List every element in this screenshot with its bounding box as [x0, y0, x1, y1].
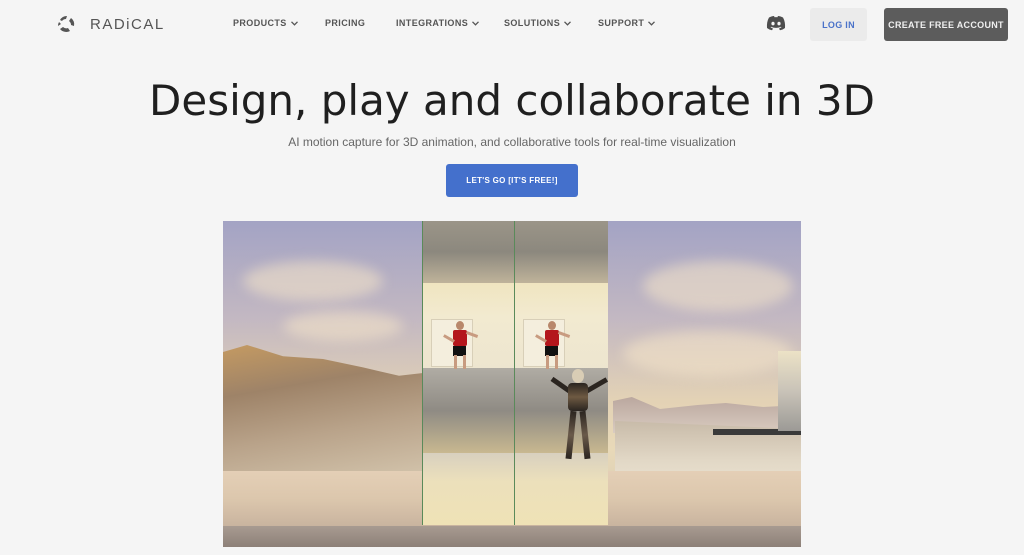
- floor-base: [223, 526, 801, 547]
- cloud: [283, 311, 403, 341]
- chevron-down-icon: [290, 20, 298, 26]
- site-header: RADiCAL PRODUCTS PRICING INTEGRATIONS SO…: [0, 0, 1024, 48]
- mirror-panel-right: [778, 351, 801, 431]
- cloud: [643, 261, 793, 311]
- login-button[interactable]: LOG IN: [810, 8, 867, 41]
- nav-item-integrations[interactable]: INTEGRATIONS: [396, 18, 480, 28]
- nav-item-support[interactable]: SUPPORT: [598, 18, 656, 28]
- video-panel-left: [422, 221, 516, 525]
- discord-icon: [766, 16, 786, 31]
- nav-item-label: PRODUCTS: [233, 18, 287, 28]
- nav-item-label: SOLUTIONS: [504, 18, 561, 28]
- chevron-down-icon: [648, 20, 656, 26]
- nav-item-label: PRICING: [325, 18, 366, 28]
- nav-item-label: INTEGRATIONS: [396, 18, 469, 28]
- panel-reflection-bottom: [423, 453, 516, 525]
- panel-floor: [423, 368, 516, 453]
- cta-button[interactable]: LET'S GO [IT'S FREE!]: [446, 164, 578, 197]
- cloud: [623, 331, 793, 376]
- discord-link[interactable]: [766, 15, 786, 31]
- create-account-button[interactable]: CREATE FREE ACCOUNT: [884, 8, 1008, 41]
- cloud: [243, 261, 383, 301]
- hero-title: Design, play and collaborate in 3D: [149, 76, 875, 125]
- hero-video[interactable]: [223, 221, 801, 547]
- chevron-down-icon: [564, 20, 572, 26]
- panel-reflection-top: [515, 221, 608, 283]
- nav-item-solutions[interactable]: SOLUTIONS: [504, 18, 572, 28]
- robot-character: [546, 369, 610, 465]
- hero-subtitle: AI motion capture for 3D animation, and …: [288, 135, 736, 149]
- nav-item-products[interactable]: PRODUCTS: [233, 18, 298, 28]
- chevron-down-icon: [472, 20, 480, 26]
- nav-item-pricing[interactable]: PRICING: [325, 18, 365, 28]
- panel-reflection-top: [423, 221, 516, 283]
- nav-item-label: SUPPORT: [598, 18, 645, 28]
- rocky-terrain: [223, 345, 423, 485]
- main-nav: PRODUCTS PRICING INTEGRATIONS SOLUTIONS …: [0, 18, 1024, 32]
